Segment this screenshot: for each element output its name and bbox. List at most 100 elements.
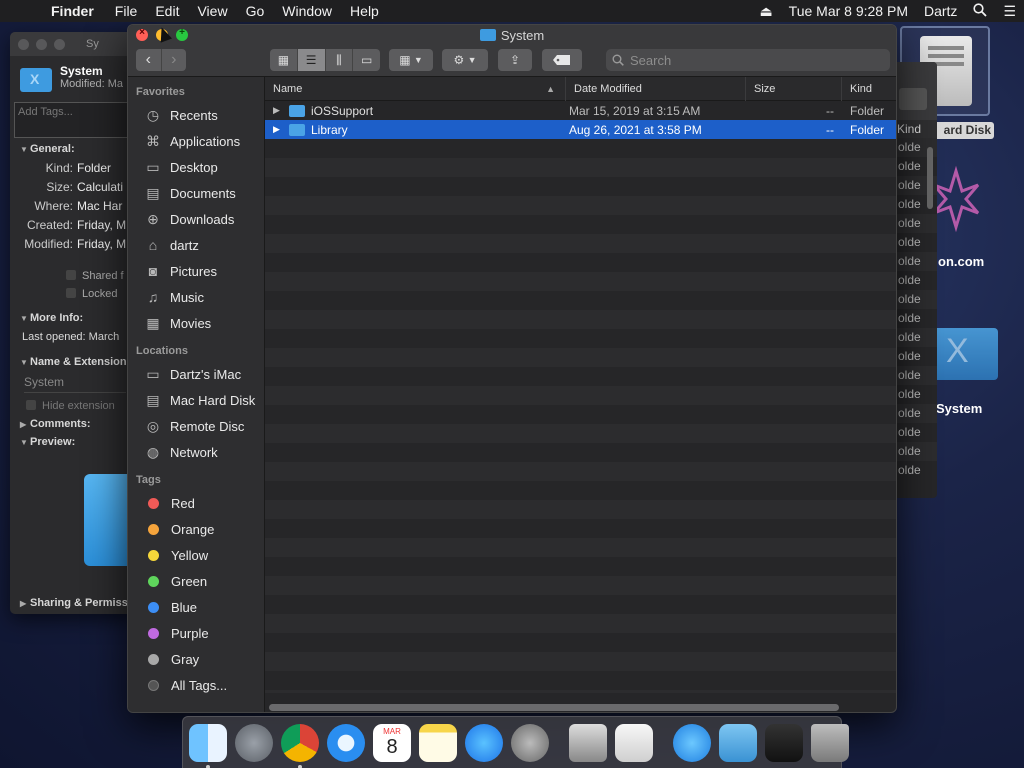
- dock-notes-icon[interactable]: [419, 723, 457, 762]
- background-kind-cell[interactable]: olde: [895, 290, 937, 309]
- menu-user[interactable]: Dartz: [916, 3, 965, 19]
- background-kind-cell[interactable]: olde: [895, 404, 937, 423]
- info-tags-field[interactable]: Add Tags...: [14, 102, 136, 138]
- dock-finder-icon[interactable]: [189, 723, 227, 768]
- share-button[interactable]: ⇪: [498, 49, 532, 71]
- sidebar-item-all-tags[interactable]: All Tags...: [128, 672, 264, 698]
- disclosure-closed-icon[interactable]: ▶: [20, 599, 30, 608]
- background-scrollbar[interactable]: [927, 147, 933, 209]
- menu-window[interactable]: Window: [273, 3, 341, 19]
- menu-clock[interactable]: Tue Mar 8 9:28 PM: [781, 3, 916, 19]
- sidebar-item-dartz-s-imac[interactable]: ▭ Dartz's iMac: [128, 361, 264, 387]
- back-button[interactable]: ‹: [136, 49, 161, 71]
- info-more-info-section[interactable]: ▼ More Info:: [10, 309, 140, 327]
- menu-go[interactable]: Go: [237, 3, 274, 19]
- list-view-button[interactable]: ☰: [297, 49, 326, 71]
- background-kind-cell[interactable]: olde: [895, 271, 937, 290]
- info-name-field[interactable]: System: [24, 375, 126, 393]
- dock-calendar-icon[interactable]: MAR 8: [373, 723, 411, 762]
- info-sharing-section[interactable]: ▶ Sharing & Permiss: [10, 594, 138, 612]
- system-folder-desktop-icon[interactable]: [932, 328, 998, 380]
- sidebar-item-network[interactable]: ◍ Network: [128, 439, 264, 465]
- menu-help[interactable]: Help: [341, 3, 388, 19]
- column-view-button[interactable]: ⫼: [326, 49, 354, 71]
- info-zoom-button[interactable]: [54, 38, 65, 50]
- sidebar-item-movies[interactable]: ▦ Movies: [128, 310, 264, 336]
- sidebar-item-downloads[interactable]: ⊕ Downloads: [128, 206, 264, 232]
- background-kind-cell[interactable]: olde: [895, 233, 937, 252]
- info-general-section[interactable]: ▼ General:: [10, 140, 140, 158]
- disclosure-open-icon[interactable]: ▼: [20, 314, 30, 323]
- hard-disk-desktop-label[interactable]: ard Disk: [930, 122, 994, 139]
- file-rows[interactable]: ▶ iOSSupport Mar 15, 2019 at 3:15 AM -- Fold…: [265, 101, 896, 693]
- dock-chrome-icon[interactable]: [281, 723, 319, 768]
- search-input[interactable]: [630, 52, 870, 68]
- background-kind-header[interactable]: Kind: [895, 120, 937, 138]
- background-kind-cell[interactable]: olde: [895, 347, 937, 366]
- file-row[interactable]: ▶ iOSSupport Mar 15, 2019 at 3:15 AM -- Fold…: [265, 101, 896, 120]
- sidebar-tag-green[interactable]: Green: [128, 568, 264, 594]
- file-list[interactable]: Name ▲ Date Modified Size Kind ▶ iOSSuppor…: [265, 76, 896, 712]
- disclosure-open-icon[interactable]: ▼: [20, 358, 30, 367]
- info-close-button[interactable]: [18, 38, 29, 50]
- dock-automator-icon[interactable]: [569, 723, 607, 762]
- sidebar-item-mac-hard-disk[interactable]: ▤ Mac Hard Disk: [128, 387, 264, 413]
- sidebar-tag-purple[interactable]: Purple: [128, 620, 264, 646]
- column-header-size[interactable]: Size: [746, 76, 842, 101]
- background-kind-cell[interactable]: olde: [895, 423, 937, 442]
- tag-button[interactable]: [542, 49, 582, 71]
- sidebar-item-documents[interactable]: ▤ Documents: [128, 180, 264, 206]
- background-kind-cell[interactable]: olde: [895, 328, 937, 347]
- dock-screenshot-stack-icon[interactable]: [765, 723, 803, 762]
- sidebar-tag-gray[interactable]: Gray: [128, 646, 264, 672]
- column-header-date-modified[interactable]: Date Modified: [566, 76, 746, 101]
- sidebar-locations-heading[interactable]: Locations: [128, 336, 264, 361]
- background-kind-cell[interactable]: olde: [895, 309, 937, 328]
- background-kind-cell[interactable]: olde: [895, 366, 937, 385]
- background-window-button[interactable]: [899, 88, 927, 110]
- sidebar-tag-yellow[interactable]: Yellow: [128, 542, 264, 568]
- dock-app-store-icon[interactable]: [465, 723, 503, 762]
- sidebar-item-recents[interactable]: ◷ Recents: [128, 102, 264, 128]
- dock-applications-folder-icon[interactable]: [673, 723, 711, 762]
- column-header-name[interactable]: Name ▲: [265, 76, 566, 101]
- sidebar-item-desktop[interactable]: ▭ Desktop: [128, 154, 264, 180]
- info-name-extension-section[interactable]: ▼ Name & Extension: [10, 353, 140, 371]
- notification-center-icon[interactable]: ☰: [995, 3, 1024, 20]
- sidebar-item-dartz[interactable]: ⌂ dartz: [128, 232, 264, 258]
- dock-trash-icon[interactable]: [811, 723, 849, 762]
- search-field[interactable]: [606, 49, 890, 71]
- disclosure-open-icon[interactable]: ▼: [20, 438, 30, 447]
- column-header-kind[interactable]: Kind: [842, 77, 896, 101]
- background-kind-cell[interactable]: olde: [895, 442, 937, 461]
- menu-view[interactable]: View: [188, 3, 236, 19]
- horizontal-scrollbar[interactable]: [269, 704, 839, 711]
- menu-app-name[interactable]: Finder: [42, 3, 106, 19]
- get-info-window[interactable]: Sy System Modified: Ma Add Tags... ▼Gene…: [10, 32, 140, 614]
- system-folder-desktop-label[interactable]: System: [936, 401, 982, 416]
- eject-icon[interactable]: ⏏: [751, 3, 780, 20]
- disclosure-open-icon[interactable]: ▼: [20, 145, 30, 154]
- gallery-view-button[interactable]: ▭: [353, 49, 380, 71]
- background-finder-window[interactable]: Kind olde olde olde olde olde olde olde olde old…: [895, 62, 937, 498]
- dock-safari-icon[interactable]: [327, 723, 365, 762]
- info-minimize-button[interactable]: [36, 38, 47, 50]
- icon-view-button[interactable]: ▦: [270, 49, 298, 71]
- background-kind-cell[interactable]: olde: [895, 461, 937, 480]
- finder-window[interactable]: System ‹ › ▦ ☰ ⫼ ▭ ▦ ▼ ⚙ ▼ ⇪ Favorites ◷…: [127, 24, 897, 713]
- sidebar-item-pictures[interactable]: ◙ Pictures: [128, 258, 264, 284]
- forward-button[interactable]: ›: [160, 49, 187, 71]
- sidebar-favorites-heading[interactable]: Favorites: [128, 77, 264, 102]
- info-shared-checkbox[interactable]: Shared f: [10, 267, 140, 285]
- dock-system-preferences-icon[interactable]: [511, 723, 549, 762]
- info-preview-section[interactable]: ▼ Preview:: [10, 433, 140, 451]
- group-by-button[interactable]: ▦ ▼: [389, 49, 433, 71]
- info-hide-extension-checkbox[interactable]: Hide extension: [10, 397, 140, 415]
- file-row[interactable]: ▶ Library Aug 26, 2021 at 3:58 PM -- Folder: [265, 120, 896, 139]
- dock-numbers-icon[interactable]: [615, 723, 653, 762]
- star-app-desktop-icon[interactable]: [932, 165, 980, 235]
- background-kind-cell[interactable]: olde: [895, 252, 937, 271]
- sidebar-tag-blue[interactable]: Blue: [128, 594, 264, 620]
- disclosure-triangle-icon[interactable]: ▶: [273, 105, 283, 116]
- sidebar-tag-red[interactable]: Red: [128, 490, 264, 516]
